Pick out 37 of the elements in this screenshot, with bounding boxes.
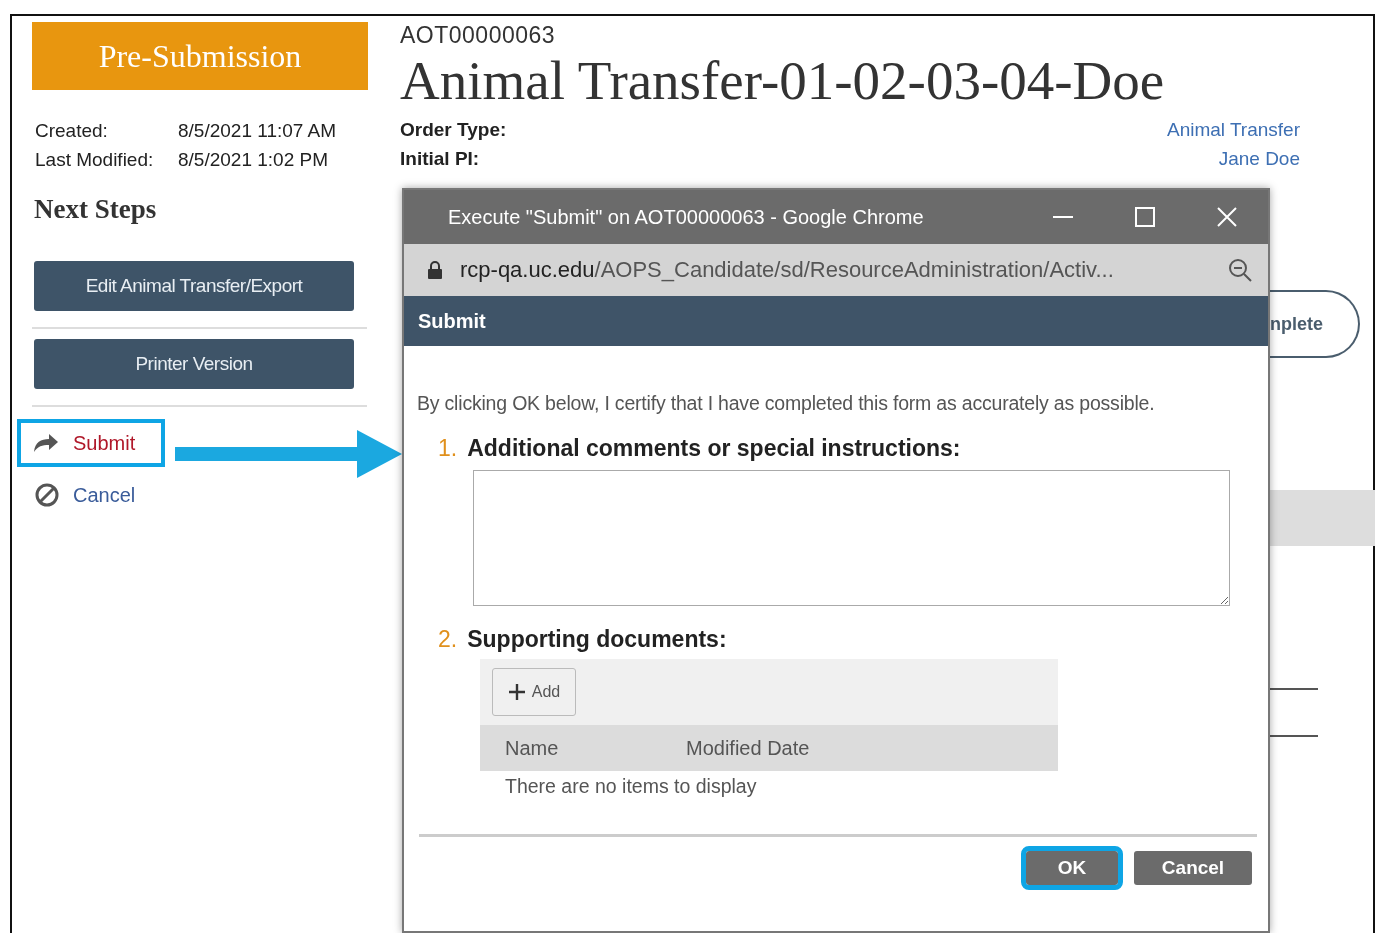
window-title: Execute "Submit" on AOT00000063 - Google Chrome [448, 205, 925, 229]
comments-field[interactable] [473, 470, 1230, 606]
question-number: 1. [438, 435, 458, 462]
add-button[interactable]: Add [492, 668, 576, 716]
status-banner: Pre-Submission [32, 22, 368, 90]
prohibited-icon [35, 483, 59, 507]
question-label: Supporting documents: [467, 626, 727, 653]
empty-message: There are no items to display [504, 774, 758, 798]
record-title: Animal Transfer-01-02-03-04-Doe [400, 51, 1166, 111]
dialog-button[interactable]: Cancel [1134, 851, 1252, 885]
zoom-out-icon[interactable] [1228, 258, 1252, 282]
field-link[interactable]: Animal Transfer [1166, 115, 1300, 144]
step-button[interactable]: Edit Animal Transfer/Export [34, 261, 354, 311]
date-value: 8/5/2021 1:02 PM [178, 148, 328, 172]
close-icon [1217, 207, 1237, 227]
plus-icon [507, 683, 526, 701]
column-header: Modified Date [686, 736, 810, 760]
date-label: Created: [35, 119, 109, 143]
field-link[interactable]: Jane Doe [1218, 144, 1300, 173]
record-id: AOT00000063 [400, 22, 557, 49]
question-label: Additional comments or special instructions: [467, 435, 961, 462]
field-label: Order Type: [400, 118, 507, 142]
column-header: Name [505, 736, 560, 760]
share-arrow-icon [33, 433, 59, 453]
action-link[interactable]: Cancel [32, 479, 142, 511]
dialog-header: Submit [404, 296, 1268, 346]
intro-text: By clicking OK below, I certify that I have completed this form as accurately as possible. [417, 392, 1156, 415]
maximize-icon [1135, 207, 1155, 227]
lock-icon [428, 261, 442, 279]
date-value: 8/5/2021 11:07 AM [178, 119, 337, 143]
action-link[interactable]: Submit [21, 423, 162, 463]
field-label: Initial PI: [400, 147, 480, 171]
step-button[interactable]: Printer Version [34, 339, 354, 389]
date-label: Last Modified: [35, 148, 155, 172]
minimize-icon [1053, 215, 1073, 219]
question-number: 2. [438, 626, 458, 653]
section-heading: Next Steps [33, 194, 158, 225]
